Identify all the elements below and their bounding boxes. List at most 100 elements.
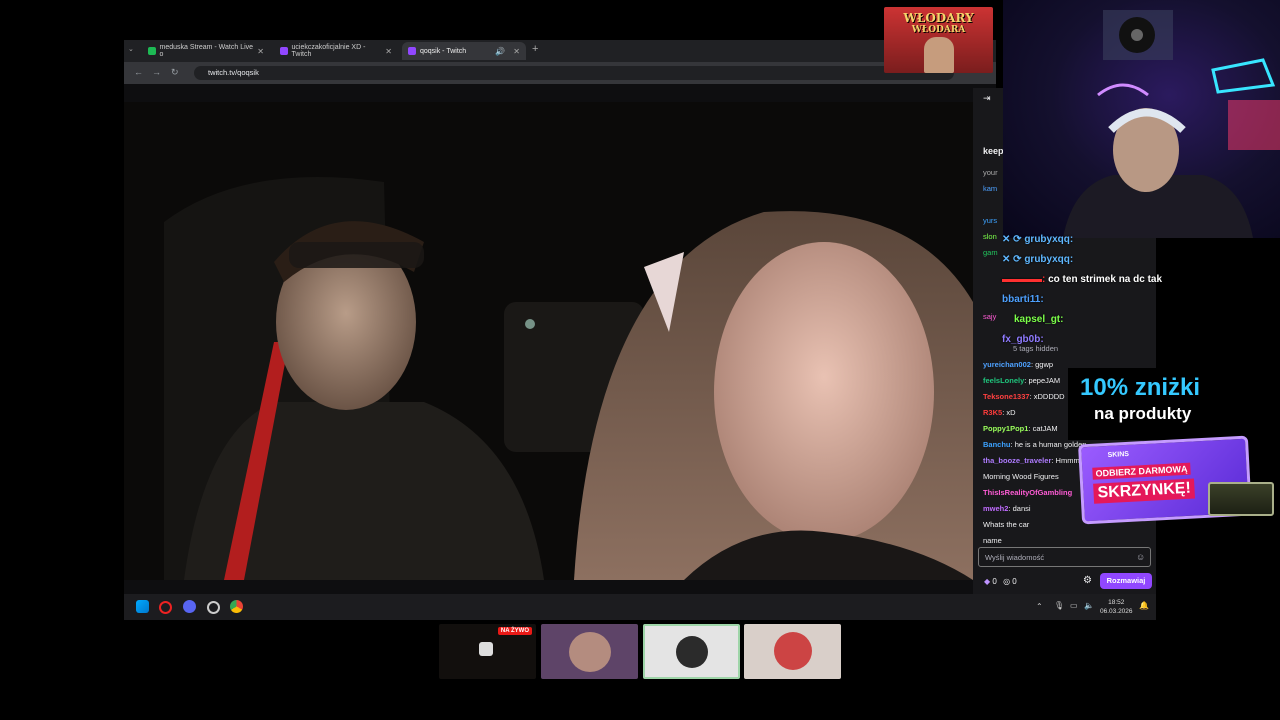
thumbnail-face bbox=[774, 632, 812, 670]
chat-username[interactable]: Banchu bbox=[983, 440, 1011, 449]
badge-figure bbox=[924, 37, 954, 73]
thumbnail-stream-1[interactable]: NA ŻYWO bbox=[439, 624, 536, 679]
thumbnail-stream-3[interactable] bbox=[643, 624, 740, 679]
thumbnail-stream-2[interactable] bbox=[541, 624, 638, 679]
chat-username[interactable]: ThisIsRealityOfGambling bbox=[983, 488, 1072, 497]
promo-cta2: SKRZYNKĘ! bbox=[1093, 478, 1196, 504]
tab-uciekczak[interactable]: uciekczakoficjalnie XD - Twitch ✕ bbox=[274, 42, 398, 60]
bits-icon: ◆ bbox=[984, 577, 991, 586]
chat-message: mweh2: dansi bbox=[983, 504, 1031, 513]
chat-message: ThisIsRealityOfGambling bbox=[983, 488, 1072, 497]
chat-text: ggwp bbox=[1035, 360, 1054, 369]
thumbnail-stream-4[interactable] bbox=[744, 624, 841, 679]
chat-message: Poppy1Pop1: catJAM bbox=[983, 424, 1058, 433]
chevron-up-icon[interactable]: ⌃ bbox=[1036, 602, 1043, 611]
chat-message: name bbox=[983, 536, 1002, 545]
promo-brand: SKINS bbox=[1107, 450, 1130, 459]
tab-meduska[interactable]: meduska Stream - Watch Live o ✕ bbox=[142, 42, 270, 60]
overlay-msg: kapsel_gt: bbox=[1014, 314, 1064, 325]
mic-icon[interactable]: 🎙 bbox=[1054, 601, 1064, 610]
settings-gear-icon[interactable]: ⚙ bbox=[1083, 575, 1092, 586]
chat-text: xDDDDD bbox=[1033, 392, 1065, 401]
windows-start-icon[interactable] bbox=[136, 600, 149, 613]
speaker-icon[interactable]: 🔊 bbox=[495, 47, 505, 56]
chat-partial: keep bbox=[983, 146, 1004, 156]
chat-text: xD bbox=[1006, 408, 1016, 417]
clock-time: 18:52 bbox=[1108, 599, 1125, 606]
clock-app-icon[interactable] bbox=[207, 601, 220, 614]
twitch-icon bbox=[280, 47, 288, 55]
emote-icon[interactable]: ☺ bbox=[1136, 552, 1145, 562]
chat-text: name bbox=[983, 536, 1002, 545]
thumbnail-icon bbox=[479, 642, 493, 656]
chat-username[interactable]: tha_booze_traveler bbox=[983, 456, 1051, 465]
chat-username[interactable]: yureichan002 bbox=[983, 360, 1031, 369]
volume-icon[interactable]: 🔈 bbox=[1084, 601, 1094, 610]
channel-points[interactable]: ◆ 0 ◎ 0 bbox=[984, 577, 1017, 586]
promo-cta1: ODBIERZ DARMOWĄ bbox=[1092, 462, 1191, 480]
chat-partial: yurs bbox=[983, 216, 998, 225]
close-icon[interactable]: ✕ bbox=[257, 47, 264, 56]
address-bar: ← → ↻ twitch.tv/qoqsik bbox=[124, 62, 996, 84]
chat-text: Morning Wood Figures bbox=[983, 472, 1059, 481]
overlay-chat: ✕ ⟳ grubyxqq: ✕ ⟳ grubyxqq: ▬▬▬▬: co ten… bbox=[990, 232, 1280, 352]
tab-search-icon[interactable]: ⌄ bbox=[128, 45, 134, 53]
video-frame bbox=[124, 102, 973, 580]
windows-taskbar: ⌃ 🎙 ▭ 🔈 18:52 06.03.2026 🔔 bbox=[124, 594, 1156, 620]
reload-icon[interactable]: ↻ bbox=[171, 67, 179, 78]
chat-message: R3K5: xD bbox=[983, 408, 1016, 417]
chat-message: tha_booze_traveler: Hmmm bbox=[983, 456, 1080, 465]
badge-title: WŁODARY bbox=[903, 11, 974, 25]
live-badge: NA ŻYWO bbox=[497, 627, 532, 635]
chat-text: pepeJAM bbox=[1028, 376, 1061, 385]
video-player[interactable] bbox=[124, 102, 973, 580]
chat-username[interactable]: Teksone1337 bbox=[983, 392, 1030, 401]
wlodary-badge: WŁODARY WŁODARA bbox=[884, 7, 993, 73]
badge-subtitle: WŁODARA bbox=[911, 25, 966, 35]
chat-username[interactable]: R3K5 bbox=[983, 408, 1002, 417]
kick-icon bbox=[148, 47, 156, 55]
tab-title: uciekczakoficjalnie XD - Twitch bbox=[291, 44, 366, 58]
chat-message: Whats the car bbox=[983, 520, 1029, 529]
overlay-msg: bbarti11: bbox=[1002, 294, 1044, 305]
thumbnail-face bbox=[676, 636, 708, 668]
chat-username[interactable]: mweh2 bbox=[983, 504, 1008, 513]
forward-icon[interactable]: → bbox=[152, 67, 161, 77]
chat-message: yureichan002: ggwp bbox=[983, 360, 1054, 369]
close-icon[interactable]: ✕ bbox=[385, 47, 392, 56]
tab-qoqsik[interactable]: qoqsik - Twitch 🔊 ✕ bbox=[402, 42, 526, 60]
opera-icon[interactable] bbox=[159, 601, 172, 614]
promo-headline: 10% zniżki bbox=[1080, 374, 1201, 401]
chat-partial: kam bbox=[983, 184, 998, 193]
points-value: 0 bbox=[992, 577, 997, 586]
chat-text: catJAM bbox=[1032, 424, 1058, 433]
tab-title: qoqsik - Twitch bbox=[420, 47, 467, 55]
notification-icon[interactable]: 🔔 bbox=[1139, 601, 1149, 610]
chat-partial: your bbox=[983, 168, 998, 177]
system-clock[interactable]: 18:52 06.03.2026 bbox=[1100, 598, 1133, 616]
chat-username[interactable]: feelsLonely bbox=[983, 376, 1024, 385]
chat-message: feelsLonely: pepeJAM bbox=[983, 376, 1061, 385]
streamer-webcam bbox=[1003, 0, 1280, 238]
discord-icon[interactable] bbox=[183, 600, 196, 613]
new-tab-icon[interactable]: + bbox=[532, 43, 538, 55]
chat-text: dansi bbox=[1012, 504, 1031, 513]
chrome-icon[interactable] bbox=[230, 600, 243, 613]
back-icon[interactable]: ← bbox=[134, 67, 143, 77]
close-icon[interactable]: ✕ bbox=[513, 47, 520, 56]
chat-input[interactable]: Wyślij wiadomość bbox=[978, 547, 1151, 567]
clock-date: 06.03.2026 bbox=[1100, 608, 1133, 615]
overlay-msg: ✕ ⟳ grubyxqq: bbox=[1002, 254, 1074, 265]
webcam-frame bbox=[1063, 10, 1280, 238]
thumbnail-face bbox=[569, 632, 611, 672]
tab-title: meduska Stream - Watch Live o bbox=[159, 44, 254, 58]
collapse-chat-icon[interactable]: ⇥ bbox=[983, 93, 991, 104]
overlay-msg: ✕ ⟳ grubyxqq: bbox=[1002, 234, 1074, 245]
chat-send-button[interactable]: Rozmawiaj bbox=[1100, 573, 1152, 589]
points-icon: ◎ bbox=[1003, 577, 1011, 586]
browser-tab-bar: meduska Stream - Watch Live o ✕ uciekcza… bbox=[124, 40, 996, 62]
network-icon[interactable]: ▭ bbox=[1070, 601, 1078, 610]
chat-message: Teksone1337: xDDDDD bbox=[983, 392, 1065, 401]
url-field[interactable]: twitch.tv/qoqsik bbox=[194, 66, 954, 80]
chat-username[interactable]: Poppy1Pop1 bbox=[983, 424, 1028, 433]
